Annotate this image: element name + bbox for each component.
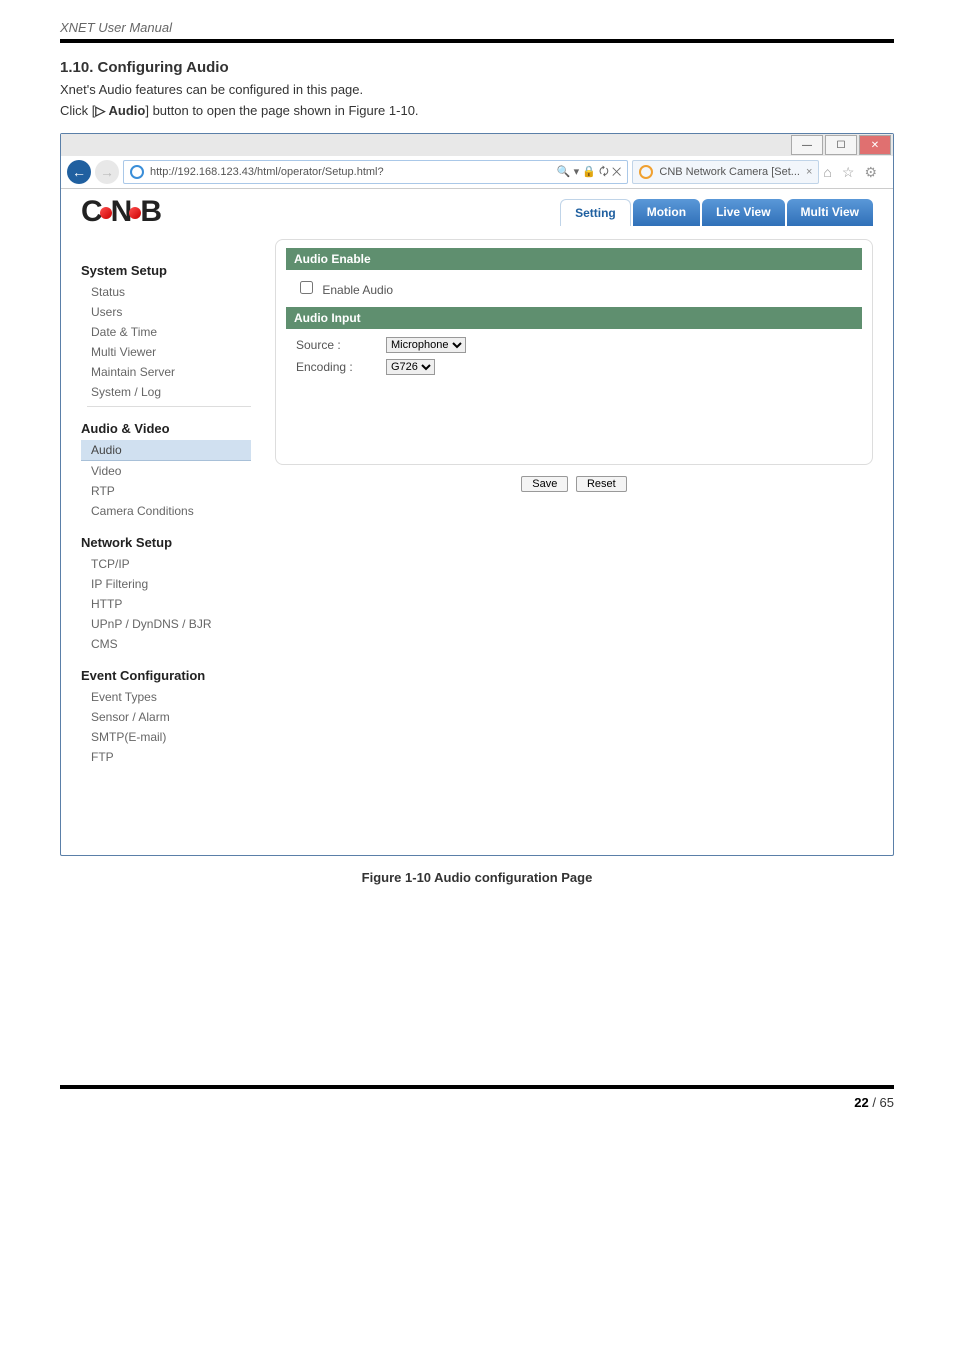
window-minimize-button[interactable]: — [791, 135, 823, 155]
tab-close-button[interactable]: × [806, 166, 812, 178]
sidebar-item-syslog[interactable]: System / Log [81, 382, 251, 402]
main-nav-tabs: Setting Motion Live View Multi View [560, 199, 873, 226]
figure-caption: Figure 1-10 Audio configuration Page [60, 870, 894, 885]
window-maximize-button[interactable]: ☐ [825, 135, 857, 155]
page-total: / 65 [872, 1095, 894, 1110]
sidebar-divider [87, 406, 251, 407]
section-text-1: Xnet's Audio features can be configured … [60, 82, 894, 97]
sidebar-item-smtp[interactable]: SMTP(E-mail) [81, 727, 251, 747]
source-select[interactable]: Microphone [386, 337, 466, 353]
sidebar-item-ftp[interactable]: FTP [81, 747, 251, 767]
tab-setting[interactable]: Setting [560, 199, 631, 226]
logo-dot-icon [100, 207, 112, 219]
window-titlebar: — ☐ ✕ [61, 134, 893, 156]
browser-window: — ☐ ✕ ← → http://192.168.123.43/html/ope… [60, 133, 894, 856]
cnb-logo: CNB [81, 195, 160, 229]
section-title: 1.10. Configuring Audio [60, 59, 894, 76]
sidebar-item-cms[interactable]: CMS [81, 634, 251, 654]
url-text: http://192.168.123.43/html/operator/Setu… [150, 166, 384, 178]
tab-liveview[interactable]: Live View [702, 199, 784, 226]
enable-audio-label: Enable Audio [322, 283, 393, 297]
sidebar-item-camcond[interactable]: Camera Conditions [81, 501, 251, 521]
tab-multiview[interactable]: Multi View [787, 199, 873, 226]
toolbar-icons: ⌂ ☆ ⚙ [823, 164, 887, 181]
sidebar-item-tcpip[interactable]: TCP/IP [81, 554, 251, 574]
audio-input-header: Audio Input [286, 307, 862, 329]
ie-icon [130, 165, 144, 179]
panel-buttons: Save Reset [275, 475, 873, 492]
audio-enable-header: Audio Enable [286, 248, 862, 270]
tab-motion[interactable]: Motion [633, 199, 700, 226]
header-row: CNB Setting Motion Live View Multi View [81, 195, 873, 229]
sidebar-group-system: System Setup [81, 263, 251, 278]
sidebar-item-audio[interactable]: Audio [81, 440, 251, 461]
encoding-select[interactable]: G726 [386, 359, 435, 375]
enable-audio-checkbox[interactable] [300, 281, 313, 294]
tab-favicon [639, 165, 653, 179]
sidebar: System Setup Status Users Date & Time Mu… [81, 239, 251, 767]
favorites-icon[interactable]: ☆ [842, 164, 855, 181]
address-bar[interactable]: http://192.168.123.43/html/operator/Setu… [123, 160, 628, 184]
sidebar-item-http[interactable]: HTTP [81, 594, 251, 614]
main-columns: System Setup Status Users Date & Time Mu… [81, 239, 873, 767]
browser-tab[interactable]: CNB Network Camera [Set... × [632, 160, 819, 184]
sidebar-item-upnp[interactable]: UPnP / DynDNS / BJR [81, 614, 251, 634]
audio-panel: Audio Enable Enable Audio Audio Input So… [275, 239, 873, 465]
home-icon[interactable]: ⌂ [823, 164, 831, 181]
sidebar-item-users[interactable]: Users [81, 302, 251, 322]
window-close-button[interactable]: ✕ [859, 135, 891, 155]
sidebar-item-ipfilter[interactable]: IP Filtering [81, 574, 251, 594]
encoding-label: Encoding : [296, 360, 372, 374]
save-button[interactable]: Save [521, 476, 568, 492]
sidebar-item-status[interactable]: Status [81, 282, 251, 302]
panel-column: Audio Enable Enable Audio Audio Input So… [275, 239, 873, 767]
sidebar-item-multiviewer[interactable]: Multi Viewer [81, 342, 251, 362]
sidebar-item-video[interactable]: Video [81, 461, 251, 481]
back-button[interactable]: ← [67, 160, 91, 184]
address-toolbar-icons[interactable]: 🔍 ▾ 🔒 🗘 ✕ [557, 163, 621, 182]
address-bar-row: ← → http://192.168.123.43/html/operator/… [61, 156, 893, 189]
sidebar-item-rtp[interactable]: RTP [81, 481, 251, 501]
sidebar-group-av: Audio & Video [81, 421, 251, 436]
sidebar-item-datetime[interactable]: Date & Time [81, 322, 251, 342]
page-content: CNB Setting Motion Live View Multi View … [61, 189, 893, 855]
source-label: Source : [296, 338, 372, 352]
sidebar-group-event: Event Configuration [81, 668, 251, 683]
sidebar-item-maintain[interactable]: Maintain Server [81, 362, 251, 382]
sidebar-group-network: Network Setup [81, 535, 251, 550]
reset-button[interactable]: Reset [576, 476, 627, 492]
tab-title: CNB Network Camera [Set... [659, 166, 800, 178]
page-number: 22 [854, 1095, 868, 1110]
sidebar-item-sensor[interactable]: Sensor / Alarm [81, 707, 251, 727]
sidebar-item-eventtypes[interactable]: Event Types [81, 687, 251, 707]
section-text-2: Click [▷ Audio] button to open the page … [60, 103, 894, 119]
doc-footer: 22 / 65 [60, 1085, 894, 1110]
forward-button[interactable]: → [95, 160, 119, 184]
settings-icon[interactable]: ⚙ [864, 164, 877, 181]
doc-header: XNET User Manual [60, 20, 894, 43]
